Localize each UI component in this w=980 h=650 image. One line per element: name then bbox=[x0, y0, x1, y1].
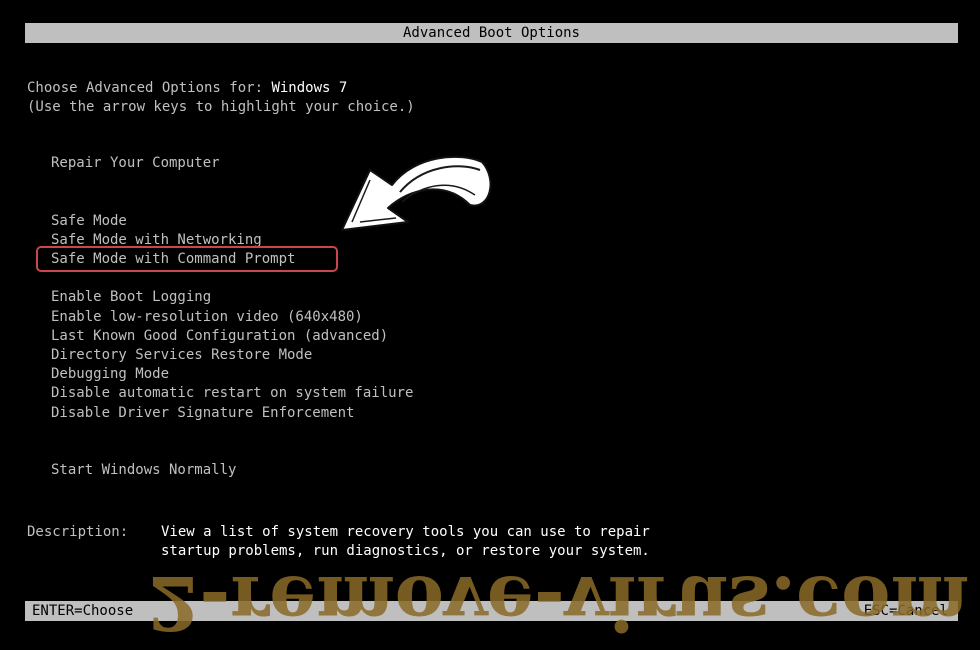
description-line-1: View a list of system recovery tools you… bbox=[161, 524, 650, 540]
hint-text: (Use the arrow keys to highlight your ch… bbox=[27, 99, 415, 115]
enter-choose-hint[interactable]: ENTER=Choose bbox=[32, 601, 133, 621]
option-last-known-good[interactable]: Last Known Good Configuration (advanced) bbox=[51, 327, 388, 346]
option-disable-auto-restart[interactable]: Disable automatic restart on system fail… bbox=[51, 384, 413, 403]
option-directory-services-restore[interactable]: Directory Services Restore Mode bbox=[51, 346, 312, 365]
page-title: Advanced Boot Options bbox=[402, 25, 580, 41]
option-debugging-mode[interactable]: Debugging Mode bbox=[51, 365, 169, 384]
choose-label: Choose Advanced Options for: bbox=[27, 80, 272, 96]
title-bar: Advanced Boot Options bbox=[25, 23, 958, 43]
option-low-resolution-video[interactable]: Enable low-resolution video (640x480) bbox=[51, 308, 363, 327]
option-start-windows-normally[interactable]: Start Windows Normally bbox=[51, 461, 236, 480]
watermark: 2-remove-virus.com bbox=[148, 559, 969, 645]
option-safe-mode[interactable]: Safe Mode bbox=[51, 212, 127, 231]
os-name: Windows 7 bbox=[271, 80, 348, 96]
description-label: Description: bbox=[27, 524, 129, 540]
highlight-box bbox=[36, 246, 338, 272]
option-enable-boot-logging[interactable]: Enable Boot Logging bbox=[51, 288, 211, 307]
option-repair-your-computer[interactable]: Repair Your Computer bbox=[51, 154, 220, 173]
curved-arrow-icon bbox=[341, 155, 492, 231]
choose-line: Choose Advanced Options for: Windows 7 bbox=[27, 79, 347, 98]
option-disable-driver-signature[interactable]: Disable Driver Signature Enforcement bbox=[51, 404, 354, 423]
